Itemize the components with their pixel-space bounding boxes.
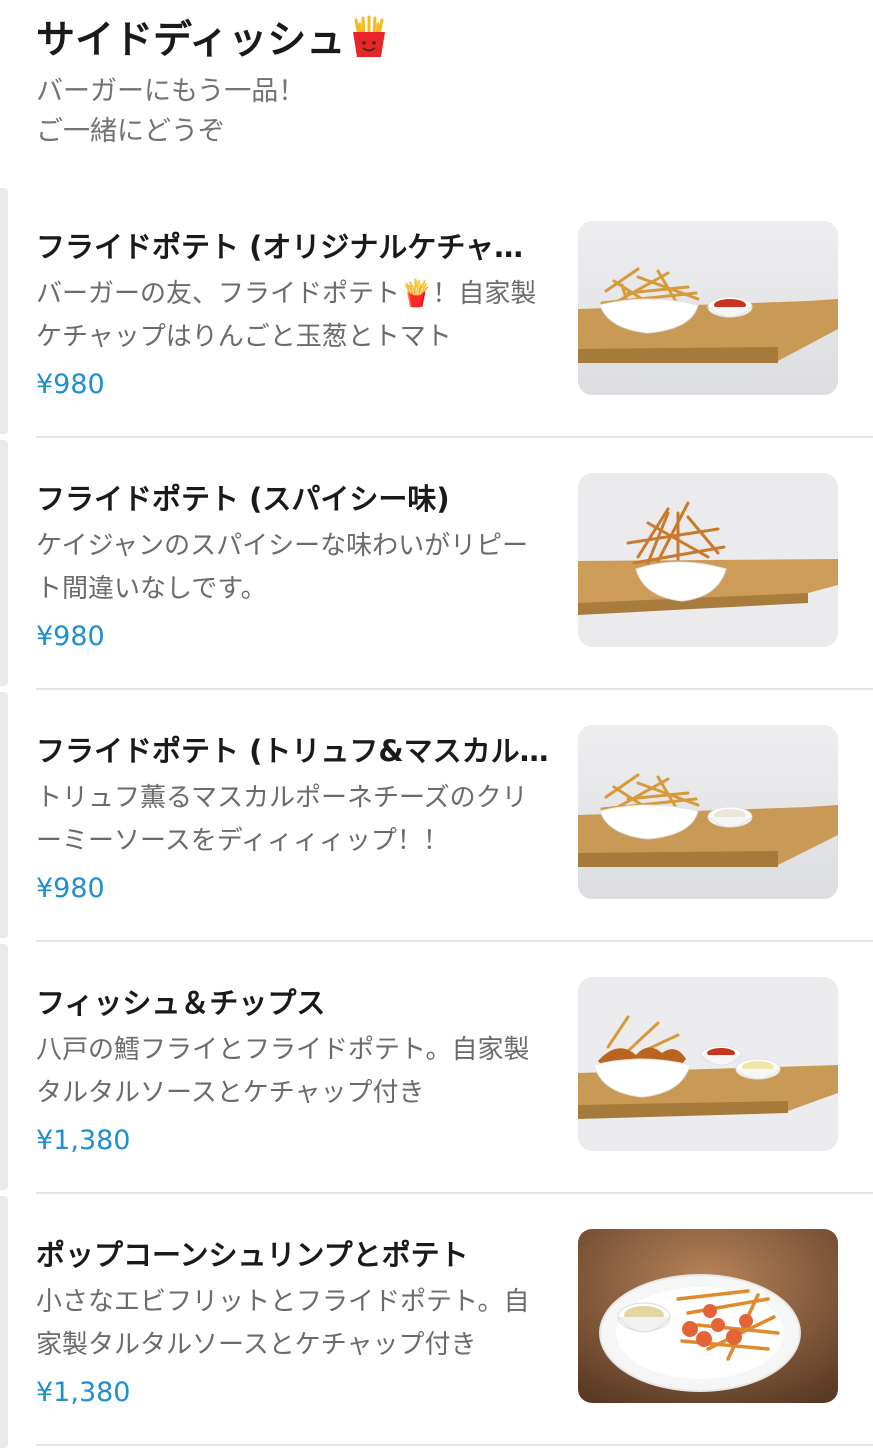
item-price: ¥980 [36,369,105,400]
french-fries-icon [349,15,389,74]
menu-item[interactable]: フライドポテト (オリジナルケチャップ) バーガーの友、フライドポテト🍟！自家製… [36,187,873,437]
subtitle-line-2: ご一緒にどうぞ [36,116,225,147]
item-description: ケイジャンのスパイシーな味わいがリピート間違いなしです。 [36,531,529,604]
item-price: ¥1,380 [36,1125,131,1156]
section-title: サイドディッシュ [36,14,836,68]
item-description: トリュフ薫るマスカルポーネチーズのクリーミーソースをディィィィップ！！ [36,783,528,856]
menu-item[interactable]: ポップコーンシュリンプとポテト 小さなエビフリットとフライドポテト。自家製タルタ… [36,1195,873,1445]
divider [36,436,873,438]
left-rail [0,692,8,938]
item-name: フライドポテト (スパイシー味) [36,482,450,516]
item-image-fish-and-chips[interactable] [578,977,838,1151]
left-rail [0,440,8,686]
divider [36,940,873,942]
left-rail [0,1196,8,1448]
item-name: フライドポテト (オリジナルケチャップ) [36,230,552,264]
item-price: ¥980 [36,621,105,652]
section-header: サイドディッシュ バーガーにもう一品！ ご一緒にどうぞ [36,14,836,152]
item-price: ¥1,380 [36,1377,131,1408]
divider [36,688,873,690]
divider [36,1444,873,1446]
item-image-spicy-fries[interactable] [578,473,838,647]
menu-item[interactable]: フライドポテト (トリュフ&マスカルポーネ) トリュフ薫るマスカルポーネチーズの… [36,691,873,941]
item-name: フライドポテト (トリュフ&マスカルポーネ) [36,734,552,768]
item-description: バーガーの友、フライドポテト🍟！自家製ケチャップはりんごと玉葱とトマト [36,279,537,352]
item-image-popcorn-shrimp-and-fries[interactable] [578,1229,838,1403]
item-image-fries-with-truffle-sauce[interactable] [578,725,838,899]
left-rail [0,188,8,434]
item-name: フィッシュ＆チップス [36,986,326,1020]
item-image-fries-with-ketchup[interactable] [578,221,838,395]
left-rail [0,944,8,1190]
item-price: ¥980 [36,873,105,904]
menu-item[interactable]: フライドポテト (スパイシー味) ケイジャンのスパイシーな味わいがリピート間違い… [36,439,873,689]
section-subtitle: バーガーにもう一品！ ご一緒にどうぞ [36,72,836,152]
subtitle-line-1: バーガーにもう一品！ [36,76,306,107]
menu-item[interactable]: フィッシュ＆チップス 八戸の鱈フライとフライドポテト。自家製タルタルソースとケチ… [36,943,873,1193]
divider [36,1192,873,1194]
section-title-text: サイドディッシュ [36,18,346,63]
item-description: 小さなエビフリットとフライドポテト。自家製タルタルソースとケチャップ付き [36,1287,530,1360]
item-name: ポップコーンシュリンプとポテト [36,1238,469,1272]
item-description: 八戸の鱈フライとフライドポテト。自家製タルタルソースとケチャップ付き [36,1035,530,1108]
